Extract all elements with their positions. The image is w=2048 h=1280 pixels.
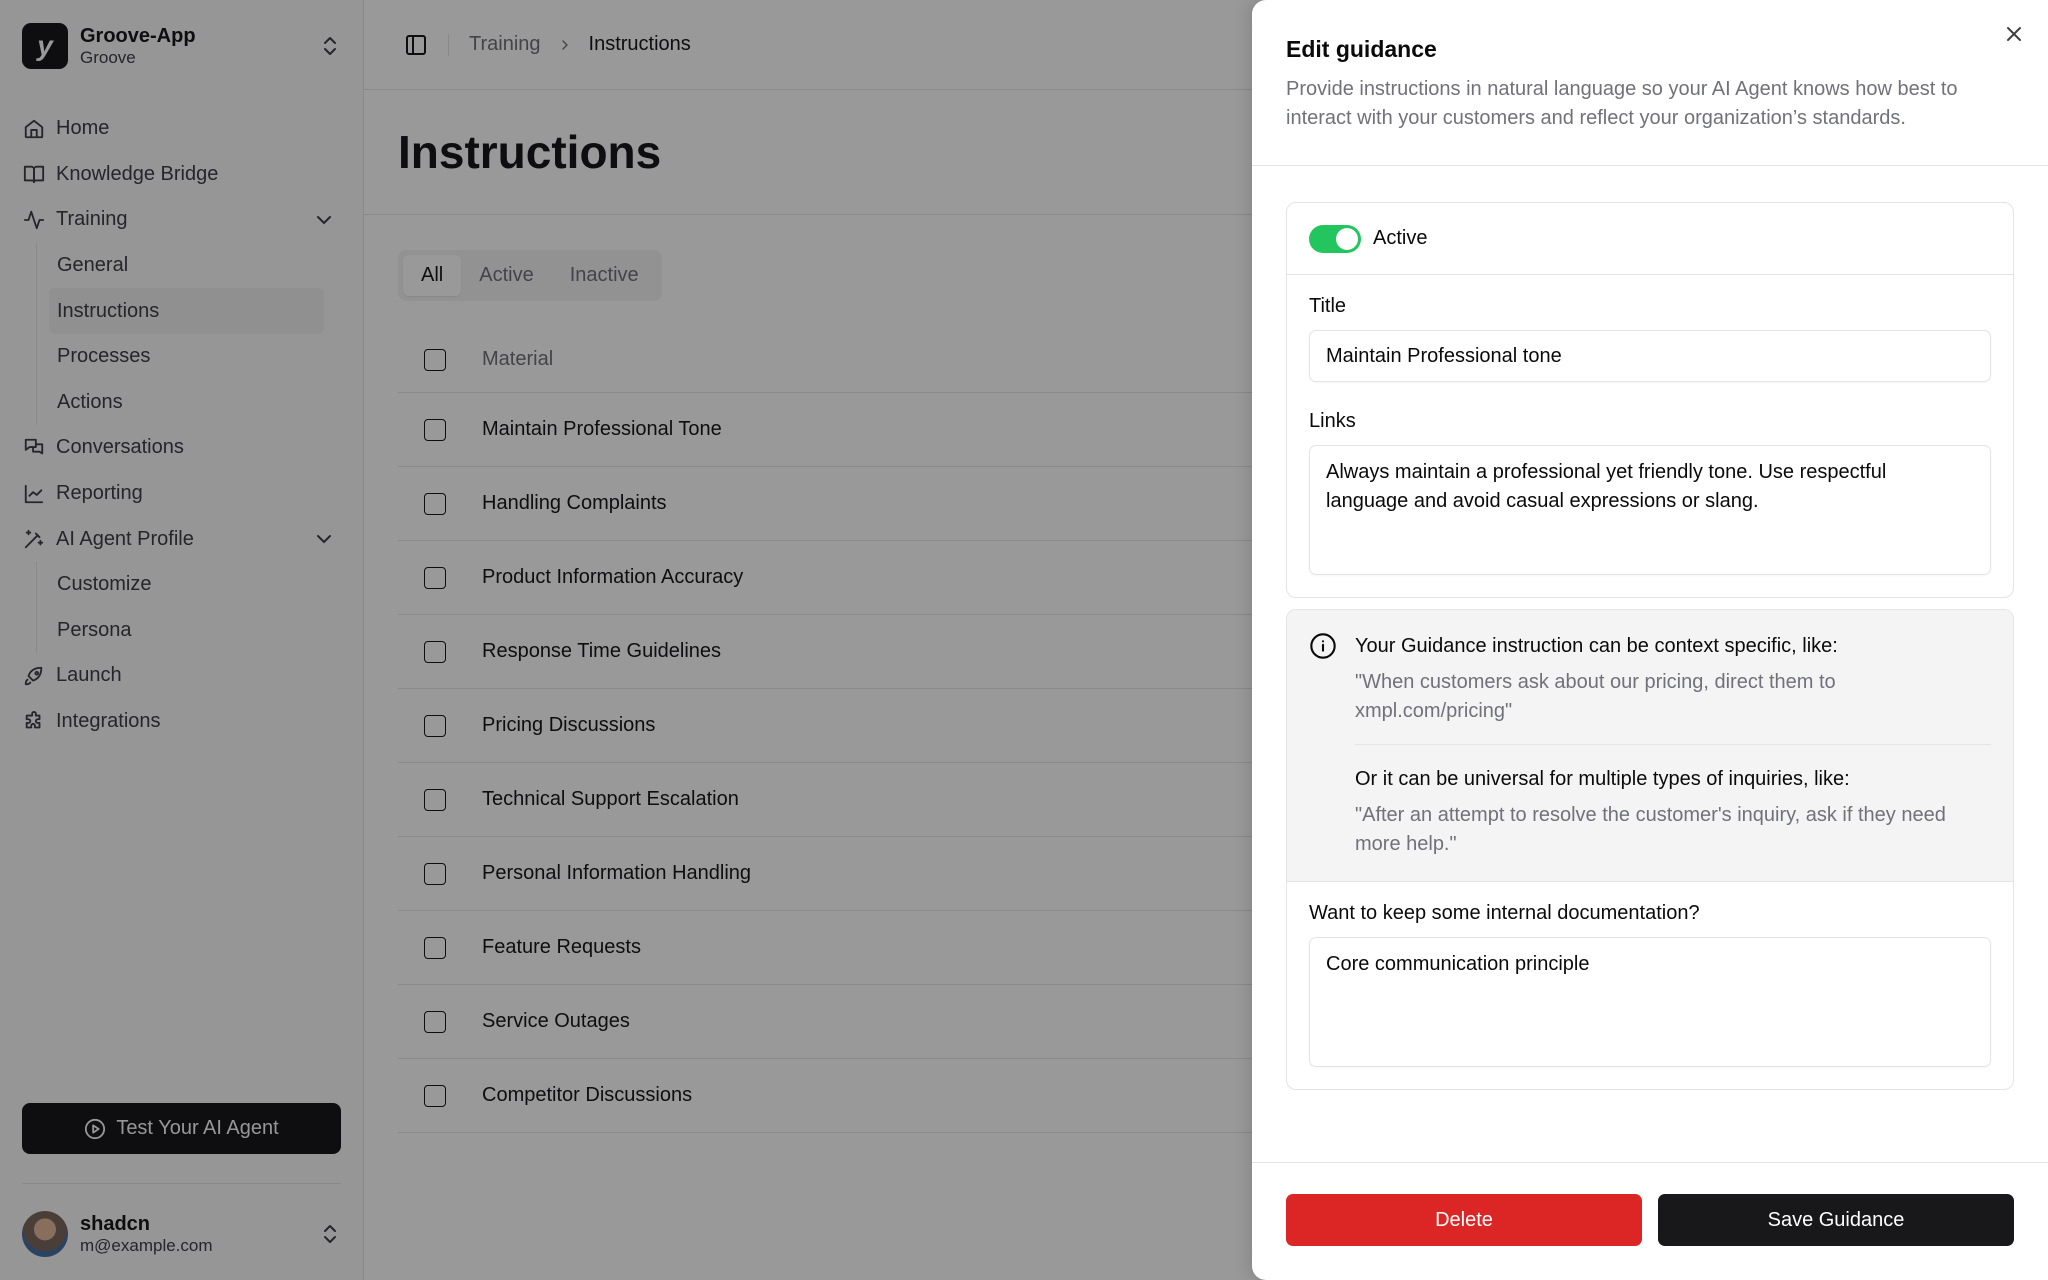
sheet-title: Edit guidance bbox=[1286, 36, 1437, 62]
sheet-footer: Delete Save Guidance bbox=[1252, 1162, 2048, 1280]
internal-doc-label: Want to keep some internal documentation… bbox=[1309, 902, 1700, 924]
info-example-1: Your Guidance instruction can be context… bbox=[1355, 632, 1991, 726]
info-quote-universal: "After an attempt to resolve the custome… bbox=[1355, 804, 1946, 855]
active-toggle-row: Active bbox=[1287, 203, 2013, 275]
title-input[interactable]: Maintain Professional tone bbox=[1309, 330, 1991, 382]
active-switch-label: Active bbox=[1373, 227, 1428, 249]
form-body: Title Maintain Professional tone Links A… bbox=[1287, 275, 2013, 597]
title-label: Title bbox=[1309, 295, 1347, 317]
info-example-2: Or it can be universal for multiple type… bbox=[1355, 765, 1991, 859]
sheet-description: Provide instructions in natural language… bbox=[1286, 78, 1958, 129]
links-textarea[interactable]: Always maintain a professional yet frien… bbox=[1309, 445, 1991, 575]
info-quote-context: "When customers ask about our pricing, d… bbox=[1355, 671, 1836, 722]
links-label: Links bbox=[1309, 410, 1356, 432]
info-panel: Your Guidance instruction can be context… bbox=[1287, 610, 2013, 882]
info-heading-context: Your Guidance instruction can be context… bbox=[1355, 635, 1838, 657]
guidance-info-card: Your Guidance instruction can be context… bbox=[1286, 609, 2014, 1090]
sheet-header: Edit guidance Provide instructions in na… bbox=[1252, 0, 2048, 166]
internal-doc-section: Want to keep some internal documentation… bbox=[1287, 882, 2013, 1089]
internal-doc-textarea[interactable]: Core communication principle bbox=[1309, 937, 1991, 1067]
info-divider bbox=[1355, 744, 1991, 745]
guidance-form-card: Active Title Maintain Professional tone … bbox=[1286, 202, 2014, 598]
save-guidance-button[interactable]: Save Guidance bbox=[1658, 1194, 2014, 1246]
edit-guidance-sheet: Edit guidance Provide instructions in na… bbox=[1252, 0, 2048, 1280]
info-heading-universal: Or it can be universal for multiple type… bbox=[1355, 768, 1850, 790]
delete-button[interactable]: Delete bbox=[1286, 1194, 1642, 1246]
info-icon bbox=[1310, 633, 1336, 659]
active-switch[interactable] bbox=[1309, 224, 1361, 253]
close-icon[interactable] bbox=[2002, 22, 2026, 46]
